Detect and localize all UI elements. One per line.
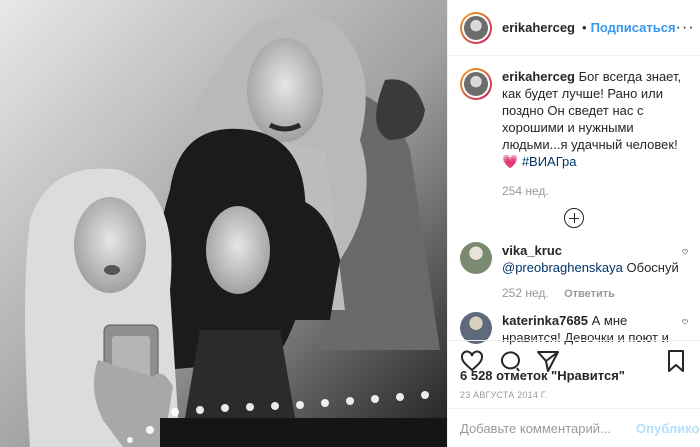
post-side-panel: erikaherceg • Подписаться ··· erikaherce… (447, 0, 700, 447)
comment-item: vika_kruc @preobraghenskaya Обоснуй 252 … (460, 242, 688, 300)
commenter-avatar[interactable] (460, 242, 492, 274)
caption-avatar[interactable] (460, 68, 492, 100)
comment-time[interactable]: 252 нед. (502, 286, 549, 300)
heart-icon[interactable] (682, 316, 688, 328)
post-header: erikaherceg • Подписаться ··· (448, 0, 700, 56)
author-username[interactable]: erikaherceg (502, 20, 575, 35)
comments-list[interactable]: erikaherceg Бог всегда знает, как будет … (448, 56, 700, 346)
comment-body: Обоснуй (626, 260, 679, 275)
comment-username[interactable]: katerinka7685 (502, 313, 588, 328)
comment-mention[interactable]: @preobraghenskaya (502, 260, 623, 275)
photo-illustration (0, 0, 447, 447)
comment-meta: 252 нед. Ответить (502, 286, 682, 300)
follow-button[interactable]: Подписаться (591, 20, 676, 35)
author-avatar[interactable] (460, 11, 492, 44)
post-date[interactable]: 23 АВГУСТА 2014 Г. (460, 390, 547, 400)
caption-time[interactable]: 254 нед. (502, 184, 688, 198)
caption-username[interactable]: erikaherceg (502, 69, 575, 84)
header-separator: • (582, 20, 587, 35)
post-photo[interactable] (0, 0, 447, 447)
heart-icon[interactable] (682, 246, 688, 258)
likes-count[interactable]: 6 528 отметок "Нравится" (460, 368, 625, 383)
caption: erikaherceg Бог всегда знает, как будет … (460, 68, 688, 170)
add-comment-bar: Опубликовать (448, 408, 700, 447)
bookmark-icon[interactable] (664, 349, 688, 373)
comment-username[interactable]: vika_kruc (502, 243, 562, 258)
plus-circle-icon[interactable] (564, 208, 584, 228)
more-options-icon[interactable]: ··· (676, 19, 695, 37)
caption-hashtag[interactable]: #ВИАГра (522, 154, 577, 169)
reply-button[interactable]: Ответить (564, 288, 615, 300)
comment-text: vika_kruc @preobraghenskaya Обоснуй (502, 242, 682, 276)
publish-button[interactable]: Опубликовать (636, 421, 700, 436)
load-more-comments[interactable] (460, 208, 688, 228)
comment-input[interactable] (460, 420, 636, 436)
caption-text: erikaherceg Бог всегда знает, как будет … (502, 68, 682, 170)
